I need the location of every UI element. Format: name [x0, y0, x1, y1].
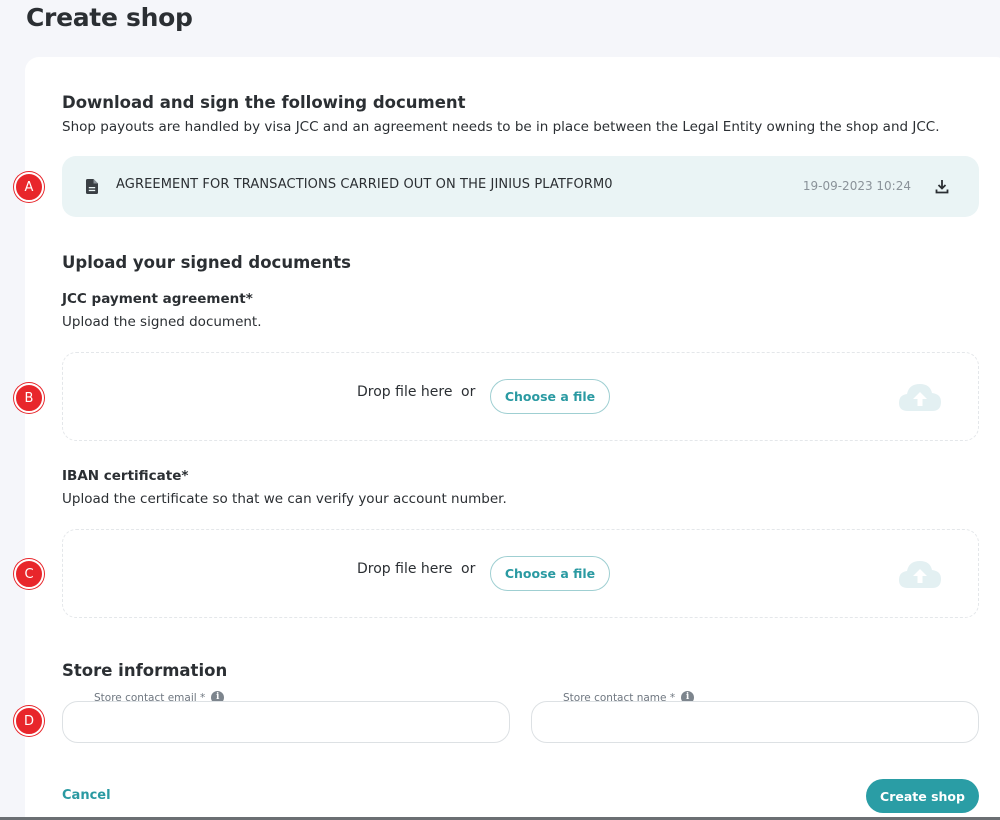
store-section-heading: Store information [62, 661, 228, 680]
file-icon [86, 179, 98, 194]
drop-file-text: Drop file here [357, 384, 453, 400]
annotation-marker-c: C [14, 559, 44, 589]
cloud-upload-icon [899, 384, 941, 411]
download-section-description: Shop payouts are handled by visa JCC and… [62, 119, 940, 135]
choose-file-button[interactable]: Choose a file [490, 379, 610, 414]
agreement-document-row: AGREEMENT FOR TRANSACTIONS CARRIED OUT O… [62, 156, 979, 217]
page-title: Create shop [26, 3, 193, 32]
or-text: or [461, 561, 476, 577]
drop-file-text: Drop file here [357, 561, 453, 577]
document-name: AGREEMENT FOR TRANSACTIONS CARRIED OUT O… [116, 177, 613, 192]
document-date: 19-09-2023 10:24 [802, 179, 911, 193]
jcc-agreement-title: JCC payment agreement* [62, 291, 253, 307]
iban-certificate-description: Upload the certificate so that we can ve… [62, 491, 507, 507]
download-section-heading: Download and sign the following document [62, 93, 466, 112]
cancel-button[interactable]: Cancel [62, 788, 111, 803]
cloud-upload-icon [899, 561, 941, 588]
download-icon[interactable] [935, 179, 949, 194]
or-text: or [461, 384, 476, 400]
annotation-marker-a: A [14, 172, 44, 202]
create-shop-button[interactable]: Create shop [866, 779, 979, 813]
iban-certificate-dropzone[interactable]: Drop file here or Choose a file [62, 529, 979, 618]
iban-certificate-title: IBAN certificate* [62, 468, 189, 484]
store-contact-email-field[interactable] [62, 701, 510, 743]
choose-file-button[interactable]: Choose a file [490, 556, 610, 591]
store-contact-name-input[interactable] [532, 702, 978, 742]
jcc-agreement-description: Upload the signed document. [62, 314, 262, 330]
upload-section-heading: Upload your signed documents [62, 253, 351, 272]
store-contact-name-field[interactable] [531, 701, 979, 743]
annotation-marker-b: B [14, 383, 44, 413]
store-contact-email-input[interactable] [63, 702, 509, 742]
annotation-marker-d: D [14, 706, 44, 736]
jcc-agreement-dropzone[interactable]: Drop file here or Choose a file [62, 352, 979, 441]
